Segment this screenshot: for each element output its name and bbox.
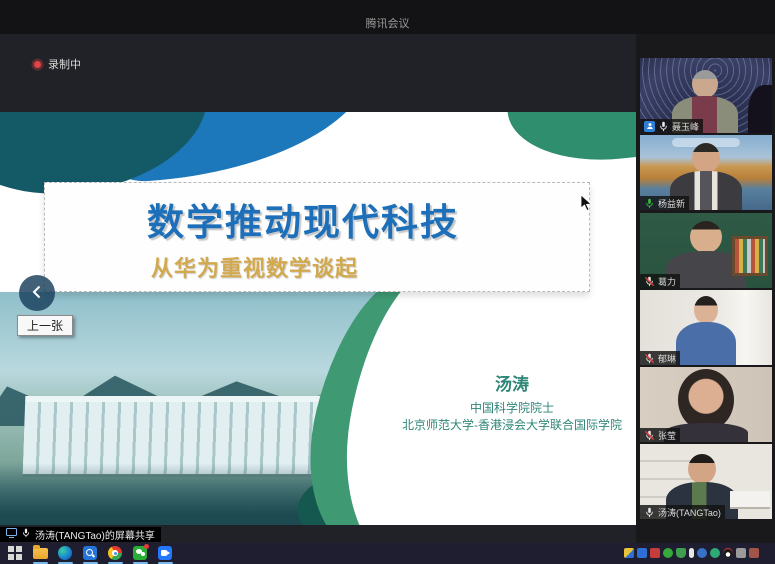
meeting-tray-icon[interactable] (637, 548, 647, 558)
participant-tile[interactable]: 聂玉峰 (640, 58, 772, 133)
shield-tray-icon[interactable] (676, 548, 686, 558)
participant-tile[interactable]: 杨益新 (640, 135, 772, 210)
participant-name: 聂玉峰 (672, 120, 699, 133)
previous-slide-tooltip: 上一张 (17, 315, 73, 336)
screen-share-banner: 汤涛(TANGTao)的屏幕共享 (0, 527, 161, 542)
screen-share-icon (6, 528, 17, 541)
participant-nametag: 汤涛(TANGTao) (640, 505, 725, 519)
slide-title-block: 数学推动现代科技 从华为重视数学谈起 (44, 182, 590, 292)
desktop: 腾讯会议 录制中 数学推动现代科技 从华为重视数学谈起 (0, 0, 775, 564)
mouse-cursor (580, 194, 592, 217)
mic-muted-icon (644, 353, 655, 364)
participant-name: 张莹 (658, 429, 676, 442)
participant-name: 葛力 (658, 275, 676, 288)
speaker-title: 中国科学院院士 (392, 400, 632, 417)
wechat-icon[interactable] (133, 546, 148, 561)
mic-muted-icon (644, 276, 655, 287)
participants-sidebar[interactable]: 聂玉峰 杨益新 葛力 (636, 34, 775, 543)
speaker-info: 汤涛 中国科学院院士 北京师范大学-香港浸会大学联合国际学院 (392, 370, 632, 434)
speaker-name: 汤涛 (392, 370, 632, 395)
window-title-bar[interactable]: 腾讯会议 (0, 0, 775, 34)
mic-icon (21, 528, 31, 541)
recording-label: 录制中 (48, 56, 81, 72)
previous-slide-button[interactable] (19, 275, 55, 311)
security-tray-icon[interactable] (650, 548, 660, 558)
participant-nametag: 葛力 (640, 274, 680, 288)
participant-tile[interactable]: 葛力 (640, 213, 772, 288)
qq-tray-icon[interactable] (723, 548, 733, 558)
mic-on-icon (644, 507, 655, 518)
participant-name: 汤涛(TANGTao) (658, 506, 721, 519)
participant-nametag: 张莹 (640, 428, 680, 442)
slide-decoration-green-corner (505, 112, 636, 170)
windows-taskbar (0, 543, 775, 564)
file-explorer-icon[interactable] (33, 546, 48, 561)
participant-nametag: 郁琳 (640, 351, 680, 365)
chrome-icon[interactable] (108, 546, 123, 561)
chevron-left-icon (31, 285, 43, 302)
mic-tray-icon[interactable] (689, 548, 694, 558)
shared-slide: 数学推动现代科技 从华为重视数学谈起 汤涛 中国科学院院士 北京师范大学-香港浸… (0, 112, 636, 525)
gray-app-tray-icon[interactable] (736, 548, 746, 558)
edge-icon[interactable] (58, 546, 73, 561)
participant-tile[interactable]: 张莹 (640, 367, 772, 442)
participant-name: 杨益新 (658, 197, 685, 210)
green-app-tray-icon[interactable] (710, 548, 720, 558)
mic-muted-icon (644, 430, 655, 441)
tencent-meeting-icon[interactable] (158, 546, 173, 561)
network-tray-icon[interactable] (697, 548, 707, 558)
participant-name: 郁琳 (658, 352, 676, 365)
participant-nametag: 杨益新 (640, 196, 689, 210)
recording-indicator: 录制中 (34, 56, 81, 72)
person-badge-icon (644, 121, 655, 132)
mic-speaking-icon (644, 198, 655, 209)
input-method-icon[interactable] (624, 548, 634, 558)
participant-nametag: 聂玉峰 (640, 119, 703, 133)
mic-on-icon (658, 121, 669, 132)
misc-tray-icon[interactable] (749, 548, 759, 558)
search-app-icon[interactable] (83, 546, 98, 561)
participant-tile[interactable]: 郁琳 (640, 290, 772, 365)
speaker-affiliation: 北京师范大学-香港浸会大学联合国际学院 (392, 417, 632, 434)
start-button[interactable] (8, 546, 23, 561)
clock-tray-icon[interactable] (663, 548, 673, 558)
slide-title: 数学推动现代科技 (147, 192, 589, 246)
system-tray (624, 548, 759, 558)
meeting-main-area: 录制中 数学推动现代科技 从华为重视数学谈起 汤涛 中国科学院院士 北京师 (0, 34, 636, 543)
window-title: 腾讯会议 (366, 15, 410, 31)
slide-subtitle: 从华为重视数学谈起 (151, 251, 589, 283)
recording-dot-icon (34, 61, 41, 68)
participant-tile[interactable]: 汤涛(TANGTao) (640, 444, 772, 519)
share-banner-label: 汤涛(TANGTao)的屏幕共享 (35, 527, 155, 542)
